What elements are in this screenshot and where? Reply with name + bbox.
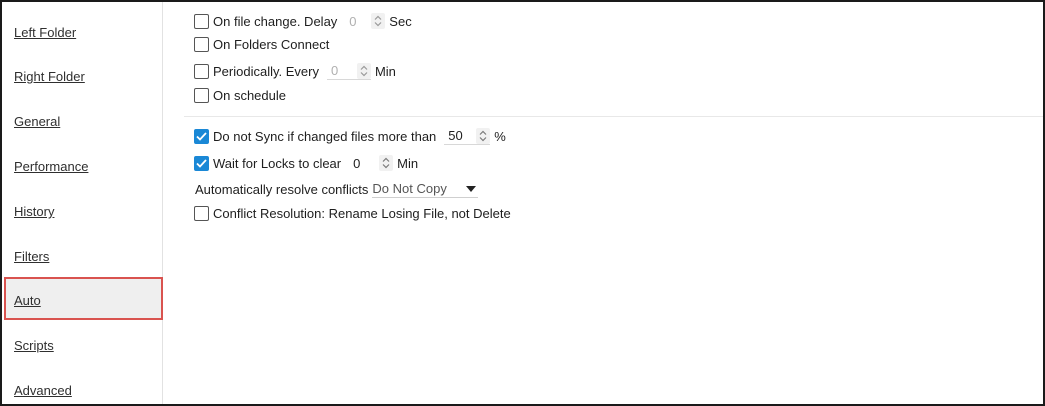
on-file-change-unit: Sec bbox=[389, 13, 412, 29]
auto-settings-window: Left Folder Right Folder General Perform… bbox=[0, 0, 1045, 406]
conflict-resolution-checkbox[interactable] bbox=[194, 205, 209, 221]
on-file-change-delay-value[interactable]: 0 bbox=[345, 14, 356, 29]
sidebar-item-history[interactable]: History bbox=[14, 204, 54, 220]
do-not-sync-row: Do not Sync if changed files more than 5… bbox=[194, 126, 506, 146]
sidebar-item-right-folder[interactable]: Right Folder bbox=[14, 69, 85, 85]
wait-for-locks-value[interactable]: 0 bbox=[349, 156, 360, 171]
stepper-arrows-icon[interactable] bbox=[476, 127, 491, 144]
wait-for-locks-checkbox[interactable] bbox=[194, 155, 209, 171]
do-not-sync-threshold-stepper[interactable]: 50 bbox=[444, 127, 491, 145]
on-folders-connect-checkbox[interactable] bbox=[194, 36, 209, 52]
stepper-arrows-icon[interactable] bbox=[356, 62, 371, 79]
periodically-interval-value[interactable]: 0 bbox=[327, 63, 338, 78]
dropdown-arrow-icon bbox=[466, 185, 477, 192]
on-file-change-checkbox[interactable] bbox=[194, 13, 209, 29]
on-schedule-checkbox[interactable] bbox=[194, 87, 209, 103]
resolve-conflicts-row: Automatically resolve conflicts Do Not C… bbox=[194, 179, 479, 199]
stepper-arrows-icon[interactable] bbox=[379, 155, 394, 171]
sidebar-item-advanced[interactable]: Advanced bbox=[14, 383, 72, 399]
on-file-change-label: On file change. Delay bbox=[213, 13, 338, 29]
on-folders-connect-label: On Folders Connect bbox=[213, 36, 330, 52]
conflict-resolution-label: Conflict Resolution: Rename Losing File,… bbox=[213, 205, 511, 221]
periodically-interval-stepper[interactable]: 0 bbox=[326, 62, 371, 80]
periodically-checkbox[interactable] bbox=[194, 63, 209, 79]
sidebar-item-general[interactable]: General bbox=[14, 114, 60, 130]
checkmark-icon bbox=[196, 158, 207, 168]
on-schedule-row: On schedule bbox=[194, 85, 286, 105]
on-file-change-row: On file change. Delay 0 Sec bbox=[194, 11, 412, 31]
do-not-sync-threshold-value[interactable]: 50 bbox=[444, 128, 462, 143]
on-folders-connect-row: On Folders Connect bbox=[194, 34, 329, 54]
resolve-conflicts-selected-value: Do Not Copy bbox=[372, 181, 447, 196]
auto-settings-panel: On file change. Delay 0 Sec On Folders C… bbox=[164, 2, 1043, 404]
sidebar: Left Folder Right Folder General Perform… bbox=[2, 2, 163, 404]
on-file-change-delay-stepper[interactable]: 0 bbox=[345, 12, 386, 30]
wait-for-locks-label: Wait for Locks to clear bbox=[213, 155, 342, 171]
section-divider bbox=[184, 116, 1043, 117]
wait-for-locks-row: Wait for Locks to clear 0 Min bbox=[194, 153, 418, 173]
sidebar-item-performance[interactable]: Performance bbox=[14, 159, 88, 175]
do-not-sync-checkbox[interactable] bbox=[194, 128, 209, 144]
wait-for-locks-stepper[interactable]: 0 bbox=[349, 154, 394, 172]
sidebar-item-auto[interactable]: Auto bbox=[14, 293, 41, 309]
sidebar-item-left-folder[interactable]: Left Folder bbox=[14, 25, 76, 41]
stepper-arrows-icon[interactable] bbox=[371, 13, 386, 29]
resolve-conflicts-label: Automatically resolve conflicts bbox=[195, 181, 369, 197]
resolve-conflicts-select[interactable]: Do Not Copy bbox=[372, 180, 479, 198]
wait-for-locks-unit: Min bbox=[397, 155, 419, 171]
periodically-row: Periodically. Every 0 Min bbox=[194, 61, 396, 81]
periodically-unit: Min bbox=[374, 63, 396, 79]
checkmark-icon bbox=[196, 131, 207, 141]
sidebar-item-scripts[interactable]: Scripts bbox=[14, 338, 54, 354]
sidebar-item-filters[interactable]: Filters bbox=[14, 249, 49, 265]
periodically-label: Periodically. Every bbox=[213, 63, 319, 79]
on-schedule-label: On schedule bbox=[213, 87, 286, 103]
do-not-sync-label: Do not Sync if changed files more than bbox=[213, 128, 437, 144]
conflict-resolution-row: Conflict Resolution: Rename Losing File,… bbox=[194, 203, 511, 223]
do-not-sync-unit: % bbox=[494, 128, 506, 144]
